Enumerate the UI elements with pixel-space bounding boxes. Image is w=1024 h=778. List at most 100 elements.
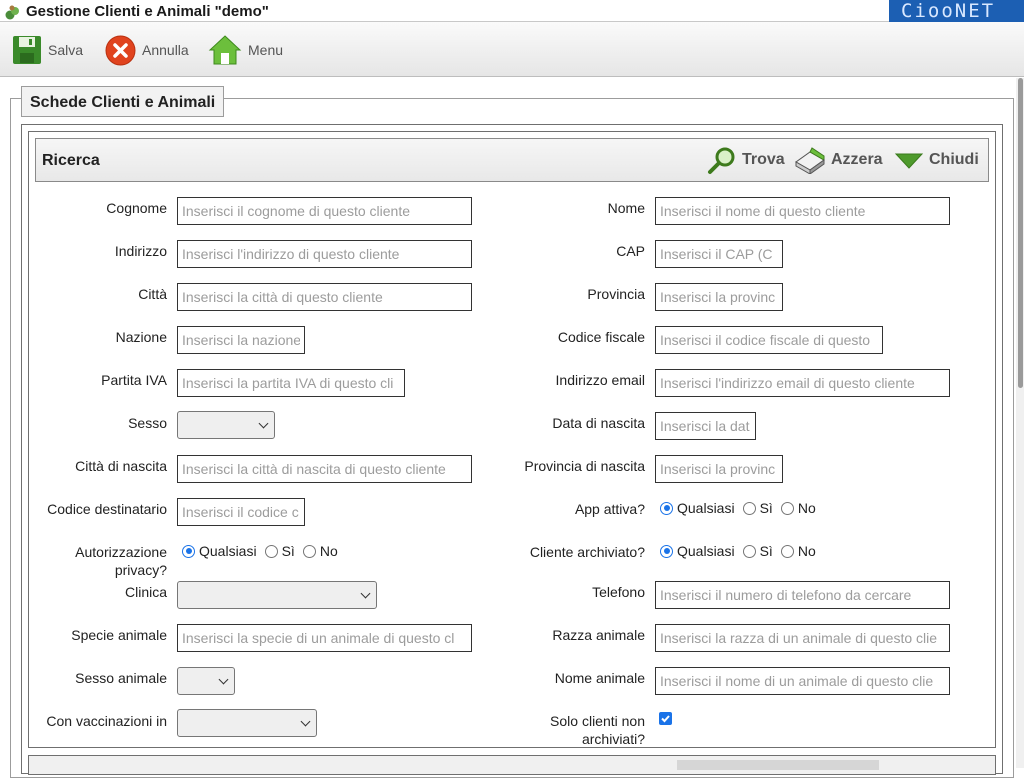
radio-label: Sì [759,543,773,559]
scrollbar-thumb[interactable] [1018,78,1023,388]
sesso-animale-select[interactable] [177,667,235,695]
cancel-icon [105,35,136,65]
indirizzo-label: Indirizzo [114,243,167,259]
solo-non-archiviati-checkbox[interactable] [659,712,672,725]
menu-label: Menu [248,42,284,58]
cognome-label: Cognome [106,200,167,216]
vaccinazioni-label: Con vaccinazioni in [46,713,167,729]
save-button[interactable]: Salva [12,34,83,66]
codice-destinatario-label: Codice destinatario [47,501,167,517]
sesso-label: Sesso [128,415,167,431]
radio-label: No [319,543,338,559]
email-input[interactable] [655,369,950,397]
vaccinazioni-select[interactable] [177,709,317,737]
search-header: Ricerca Trova Azzera Chiudi [35,138,989,182]
citta-label: Città [138,286,167,302]
telefono-input[interactable] [655,581,950,609]
close-label: Chiudi [929,151,979,168]
chevron-down-icon [894,153,924,169]
radio-checked-icon [660,501,673,515]
search-title: Ricerca [42,152,100,169]
radio-label: Qualsiasi [677,500,735,516]
section-legend: Schede Clienti e Animali [21,86,225,117]
cognome-input[interactable] [177,197,472,225]
radio-icon [780,501,794,515]
nome-input[interactable] [655,197,950,225]
results-button[interactable] [677,760,879,770]
app-attiva-label: App attiva? [574,501,645,517]
specie-input[interactable] [177,624,472,652]
codice-fiscale-input[interactable] [655,326,883,354]
nome-animale-input[interactable] [655,667,950,695]
radio-icon [742,544,756,558]
codice-fiscale-label: Codice fiscale [557,329,645,345]
specie-label: Specie animale [71,627,167,643]
app-attiva-radio-si[interactable]: Sì [742,500,773,516]
radio-icon [780,544,794,558]
partita-iva-input[interactable] [177,369,405,397]
reset-label: Azzera [831,151,883,168]
clinica-select[interactable] [177,581,377,609]
home-icon [208,35,242,65]
indirizzo-input[interactable] [177,240,472,268]
data-nascita-label: Data di nascita [552,415,645,431]
radio-label: Qualsiasi [677,543,735,559]
eraser-icon [795,147,825,174]
codice-destinatario-input[interactable] [177,498,305,526]
nome-label: Nome [607,200,645,216]
clinica-label: Clinica [124,584,167,600]
sesso-animale-label: Sesso animale [75,670,167,686]
toolbar: Salva Annulla Menu [0,22,1024,77]
radio-label: Sì [281,543,295,559]
privacy-radio-no[interactable]: No [302,543,338,559]
data-nascita-input[interactable] [655,412,756,440]
provincia-nascita-label: Provincia di nascita [524,458,645,474]
find-button[interactable]: Trova [707,145,785,175]
radio-checked-icon [660,544,673,558]
privacy-radio-qualsiasi[interactable]: Qualsiasi [182,543,257,559]
app-attiva-radio-group: Qualsiasi Sì No [660,500,824,516]
find-label: Trova [742,151,785,168]
nazione-input[interactable] [177,326,305,354]
privacy-radio-group: Qualsiasi Sì No [182,543,346,559]
privacy-radio-si[interactable]: Sì [264,543,295,559]
citta-nascita-input[interactable] [177,455,472,483]
sesso-select[interactable] [177,411,275,439]
razza-input[interactable] [655,624,950,652]
radio-label: Qualsiasi [199,543,257,559]
solo-non-archiviati-label: Solo clienti non archiviati? [480,712,645,748]
archiviato-radio-qualsiasi[interactable]: Qualsiasi [660,543,735,559]
reset-button[interactable]: Azzera [794,145,883,175]
provincia-label: Provincia [587,286,645,302]
title-bar: Gestione Clienti e Animali "demo" CiooNE… [0,0,1024,22]
provincia-input[interactable] [655,283,783,311]
radio-label: Sì [759,500,773,516]
archiviato-radio-group: Qualsiasi Sì No [660,543,824,559]
menu-button[interactable]: Menu [208,34,283,66]
nazione-label: Nazione [115,329,167,345]
page-scrollbar[interactable] [1016,78,1024,768]
cancel-label: Annulla [142,42,189,58]
nome-animale-label: Nome animale [554,670,645,686]
close-button[interactable]: Chiudi [894,145,979,175]
provincia-nascita-input[interactable] [655,455,783,483]
archiviato-radio-no[interactable]: No [780,543,816,559]
radio-label: No [797,543,816,559]
solo-non-archiviati-line2: archiviati? [581,731,645,747]
solo-non-archiviati-line1: Solo clienti non [550,713,645,729]
citta-input[interactable] [177,283,472,311]
cancel-button[interactable]: Annulla [105,34,189,66]
archiviato-radio-si[interactable]: Sì [742,543,773,559]
app-attiva-radio-qualsiasi[interactable]: Qualsiasi [660,500,735,516]
radio-icon [264,544,278,558]
app-attiva-radio-no[interactable]: No [780,500,816,516]
chevron-down-icon [258,418,269,429]
telefono-label: Telefono [592,584,645,600]
app-icon [5,5,19,20]
cap-label: CAP [616,243,645,259]
magnifier-icon [708,147,735,174]
radio-icon [302,544,316,558]
checkmark-icon [661,715,670,723]
citta-nascita-label: Città di nascita [75,458,167,474]
cap-input[interactable] [655,240,783,268]
